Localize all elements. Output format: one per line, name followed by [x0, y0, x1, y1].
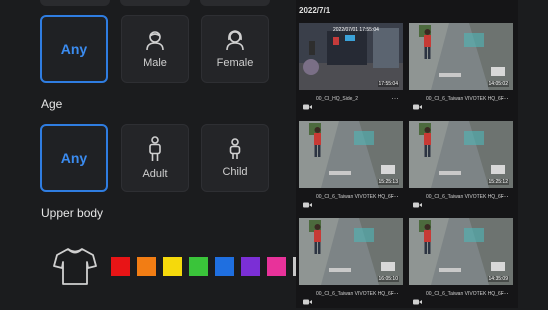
camera-name: 00_CI_6_Taiwan VIVOTEK HQ_6F [316, 291, 394, 297]
video-camera-icon [303, 97, 312, 115]
age-child-option[interactable]: Child [201, 124, 269, 192]
color-swatch[interactable] [111, 257, 130, 276]
filter-panel: Any Male Female Age Any Adult Child Uppe… [0, 0, 299, 308]
right-edge [518, 0, 548, 308]
result-card[interactable]: 16:05:10 00_CI_6_Taiwan VIVOTEK HQ_6F… [299, 218, 403, 305]
result-card[interactable]: 15:25:13 00_CI_6_Taiwan VIVOTEK HQ_6F… [299, 121, 403, 208]
shirt-icon [53, 246, 97, 291]
snapshot-thumbnail[interactable]: 2022/07/01 17:55:04 17:55:04 [299, 23, 403, 90]
color-swatch[interactable] [137, 257, 156, 276]
snapshot-thumbnail[interactable]: 14:05:02 [409, 23, 513, 90]
child-person-icon [228, 138, 242, 160]
age-section-label: Age [41, 97, 63, 111]
video-overlay-timestamp: 2022/07/01 17:55:04 [333, 27, 379, 33]
snapshot-thumbnail[interactable]: 15:25:12 [409, 121, 513, 188]
video-camera-icon [303, 292, 312, 310]
female-person-icon [224, 29, 246, 51]
camera-name: 00_CI_6_Taiwan VIVOTEK HQ_6F [426, 96, 504, 102]
video-camera-icon [413, 97, 422, 115]
top-scroll-fade [40, 0, 270, 6]
more-options-icon[interactable]: … [501, 191, 509, 199]
result-card[interactable]: 14:05:02 00_CI_6_Taiwan VIVOTEK HQ_6F… [409, 23, 513, 110]
snapshot-timestamp: 15:25:12 [487, 179, 509, 185]
more-options-icon[interactable]: … [501, 93, 509, 101]
video-camera-icon [413, 292, 422, 310]
snapshot-timestamp: 14:35:09 [487, 276, 509, 282]
snapshot-timestamp: 14:05:02 [487, 81, 509, 87]
male-person-icon [144, 29, 166, 51]
video-camera-icon [303, 195, 312, 213]
gender-male-label: Male [143, 57, 167, 69]
snapshot-timestamp: 17:55:04 [377, 81, 399, 87]
age-any-option[interactable]: Any [40, 124, 108, 192]
age-adult-label: Adult [142, 168, 168, 180]
upper-body-section-label: Upper body [41, 206, 104, 220]
age-any-label: Any [60, 150, 88, 166]
color-swatch[interactable] [241, 257, 260, 276]
adult-person-icon [147, 136, 163, 162]
camera-name: 00_CI_6_Taiwan VIVOTEK HQ_6F [426, 291, 504, 297]
gender-any-label: Any [60, 41, 88, 57]
color-swatch[interactable] [163, 257, 182, 276]
color-swatch[interactable] [189, 257, 208, 276]
color-swatch[interactable] [267, 257, 286, 276]
age-child-label: Child [222, 166, 248, 178]
camera-name: 00_CI_6_Taiwan VIVOTEK HQ_6F [316, 194, 394, 200]
color-swatch[interactable] [215, 257, 234, 276]
result-card[interactable]: 14:35:09 00_CI_6_Taiwan VIVOTEK HQ_6F… [409, 218, 513, 305]
snapshot-thumbnail[interactable]: 15:25:13 [299, 121, 403, 188]
more-options-icon[interactable]: … [391, 288, 399, 296]
more-options-icon[interactable]: … [501, 288, 509, 296]
camera-name: 00_CI_HQ_Side_2 [316, 96, 358, 102]
snapshot-thumbnail[interactable]: 16:05:10 [299, 218, 403, 285]
gender-male-option[interactable]: Male [121, 15, 189, 83]
gender-female-label: Female [216, 57, 254, 69]
snapshot-thumbnail[interactable]: 14:35:09 [409, 218, 513, 285]
gender-any-option[interactable]: Any [40, 15, 108, 83]
video-camera-icon [413, 195, 422, 213]
gender-female-option[interactable]: Female [201, 15, 269, 83]
result-card[interactable]: 2022/07/01 17:55:04 17:55:04 00_CI_HQ_Side… [299, 23, 403, 110]
results-date-header: 2022/7/1 [299, 6, 331, 15]
result-card[interactable]: 15:25:12 00_CI_6_Taiwan VIVOTEK HQ_6F… [409, 121, 513, 208]
more-options-icon[interactable]: … [391, 93, 399, 101]
snapshot-timestamp: 16:05:10 [377, 276, 399, 282]
camera-name: 00_CI_6_Taiwan VIVOTEK HQ_6F [426, 194, 504, 200]
more-options-icon[interactable]: … [391, 191, 399, 199]
age-adult-option[interactable]: Adult [121, 124, 189, 192]
snapshot-timestamp: 15:25:13 [377, 179, 399, 185]
